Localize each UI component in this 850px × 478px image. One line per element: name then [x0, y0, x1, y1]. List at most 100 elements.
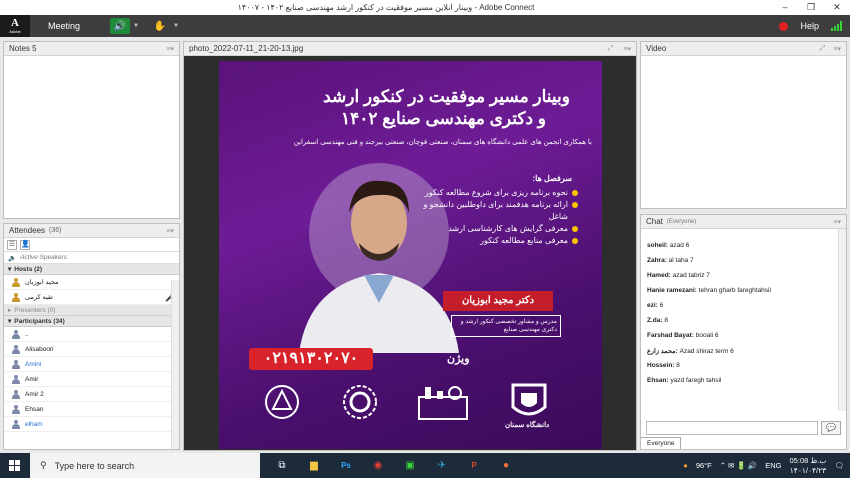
hosts-group[interactable]: ▾ Hosts (2) [4, 264, 179, 275]
speaker-small-icon: 🔈 [8, 254, 17, 262]
task-view-icon[interactable]: ⧉ [268, 453, 296, 478]
speaker-name: دکتر مجید ابوزیان [443, 291, 553, 311]
poster-bullets: نحوه برنامه ریزی برای شروع مطالعه کنکور … [418, 187, 578, 247]
menu-bar: A Adobe Meeting 🔊 ▼ ✋ ▼ Help [0, 15, 850, 37]
raise-hand-icon[interactable]: ✋ [150, 18, 170, 34]
chat-message: Hossein: 8 [641, 359, 846, 374]
participants-group[interactable]: ▾ Participants (34) [4, 316, 179, 327]
list-view-icon[interactable]: ☰ [7, 240, 17, 250]
list-item[interactable]: Ehsan [4, 402, 179, 417]
association-logo [265, 385, 299, 419]
attendees-pod: Attendees (36) ≡▾ ☰ 👤 🔈 Active Speakers … [3, 223, 180, 450]
chevron-down-icon[interactable]: ▼ [173, 23, 179, 29]
chat-message: Z.da: 8 [641, 314, 846, 329]
chat-text: Azad shiraz term 6 [677, 348, 734, 355]
logo-caption: دانشگاه سمنان [505, 422, 550, 429]
help-menu[interactable]: Help [800, 21, 819, 31]
meeting-menu[interactable]: Meeting [48, 21, 80, 31]
list-item[interactable]: Alisaboori [4, 342, 179, 357]
pod-menu-icon[interactable]: ≡▾ [166, 45, 174, 53]
factory-logo [418, 386, 468, 420]
participant-name: Alisaboori [25, 345, 54, 353]
window-title: وبینار آنلاین مسیر موفقیت در کنکور ارشد … [237, 3, 535, 12]
user-icon [12, 404, 20, 414]
chat-input[interactable] [646, 421, 818, 435]
search-input[interactable]: Type here to search [55, 461, 135, 471]
window-titlebar: وبینار آنلاین مسیر موفقیت در کنکور ارشد … [0, 0, 850, 15]
chat-sender: Ehsan: [647, 377, 669, 384]
chat-sender: ezi: [647, 302, 658, 309]
windows-start-icon[interactable] [0, 453, 30, 478]
list-item[interactable]: elham [4, 417, 179, 432]
pod-menu-icon[interactable]: ≡▾ [623, 45, 631, 53]
clock[interactable]: 05:08 ب.ظ ۱۴۰۱/۰۴/۲۳ [790, 456, 827, 476]
tab-everyone[interactable]: Everyone [641, 437, 682, 449]
person-view-icon[interactable]: 👤 [20, 240, 30, 250]
chat-message: محمد زارع: Azad shiraz term 6 [641, 344, 846, 359]
pod-menu-icon[interactable]: ≡▾ [166, 227, 174, 235]
chat-sender: soheil: [647, 242, 668, 249]
poster-title-line1: وبینار مسیر موفقیت در کنکور ارشد [323, 87, 570, 106]
adobe-logo: A Adobe [0, 15, 30, 37]
chat-message: Farshad Bayat: booali 6 [641, 329, 846, 344]
scrollbar[interactable] [838, 229, 846, 411]
maximize-button[interactable]: ❐ [798, 0, 824, 15]
list-item[interactable]: Amini [4, 357, 179, 372]
user-icon [12, 389, 20, 399]
notes-title: Notes 5 [9, 44, 37, 53]
chat-message: Zahra: al taha 7 [641, 254, 846, 269]
user-icon [12, 344, 20, 354]
notes-pod: Notes 5 ≡▾ [3, 41, 180, 219]
taskbar-search[interactable]: ⚲ Type here to search [30, 453, 260, 478]
file-explorer-icon[interactable]: ▆ [300, 453, 328, 478]
chat-pod: Chat (Everyone) ≡▾ soheil: azad 6 Zahra: … [640, 214, 847, 450]
gear-logo [343, 385, 377, 419]
close-button[interactable]: ✕ [824, 0, 850, 15]
chat-scope: (Everyone) [666, 218, 697, 225]
pod-menu-icon[interactable]: ≡▾ [833, 45, 841, 53]
firefox-icon[interactable]: ● [492, 453, 520, 478]
list-item[interactable]: تقیه کرمی 🎤 [4, 290, 179, 305]
speaker-photo [299, 163, 459, 353]
pod-menu-icon[interactable]: ≡▾ [833, 218, 841, 226]
chat-sender: Farshad Bayat: [647, 332, 694, 339]
list-item[interactable]: .. [4, 327, 179, 342]
user-icon [12, 329, 20, 339]
minimize-button[interactable]: – [772, 0, 798, 15]
list-item[interactable]: Amir [4, 372, 179, 387]
list-item[interactable]: مجید ابوزیان [4, 275, 179, 290]
participant-name: Amir 2 [25, 390, 44, 398]
phone-number: ۰۲۱۹۱۳۰۲۰۷۰ [249, 348, 373, 370]
record-icon[interactable] [779, 21, 789, 31]
chat-text: 8 [662, 317, 668, 324]
speaker-desc: مدرس و مشاور تخصصی کنکور ارشد و دکتری مه… [451, 315, 561, 337]
fullscreen-icon[interactable]: ⤢ [820, 45, 826, 53]
list-item: نحوه برنامه ریزی برای شروع مطالعه کنکور [418, 187, 578, 199]
fullscreen-icon[interactable]: ⤢ [608, 45, 614, 53]
chat-message: Hanie ramezani: tehran gharb fareghtahsi… [641, 284, 846, 299]
search-icon: ⚲ [40, 460, 47, 470]
photoshop-icon[interactable]: Ps [332, 453, 360, 478]
notification-icon[interactable]: 🗨 [834, 461, 844, 470]
chat-text: azad tabriz 7 [670, 272, 710, 279]
telegram-icon[interactable]: ✈ [428, 453, 456, 478]
attendees-title: Attendees [9, 226, 46, 235]
send-button[interactable]: 💬 [821, 421, 841, 435]
chevron-down-icon[interactable]: ▼ [133, 23, 139, 29]
weather-temp[interactable]: 96°F [696, 461, 712, 470]
list-item: معرفی گرایش های کارشناسی ارشد [418, 223, 578, 235]
scrollbar[interactable] [171, 280, 179, 449]
chat-text: tehran gharb fareghtahsil [696, 287, 771, 294]
chat-text: 6 [657, 302, 664, 309]
powerpoint-icon[interactable]: P [460, 453, 488, 478]
adobe-connect-icon[interactable]: ▣ [396, 453, 424, 478]
speaker-icon[interactable]: 🔊 [110, 18, 131, 34]
poster-subtitle: با همکاری انجمن های علمی دانشگاه های سمن… [293, 139, 592, 146]
tray-icons[interactable]: ⌃ ✉ 🔋 🔊 [720, 461, 758, 470]
chrome-icon[interactable]: ◉ [364, 453, 392, 478]
language-indicator[interactable]: ENG [765, 461, 781, 470]
participant-name: .. [25, 330, 29, 338]
host-user-icon [12, 292, 20, 302]
list-item[interactable]: Amir 2 [4, 387, 179, 402]
presenters-group[interactable]: ▸ Presenters (0) [4, 305, 179, 316]
